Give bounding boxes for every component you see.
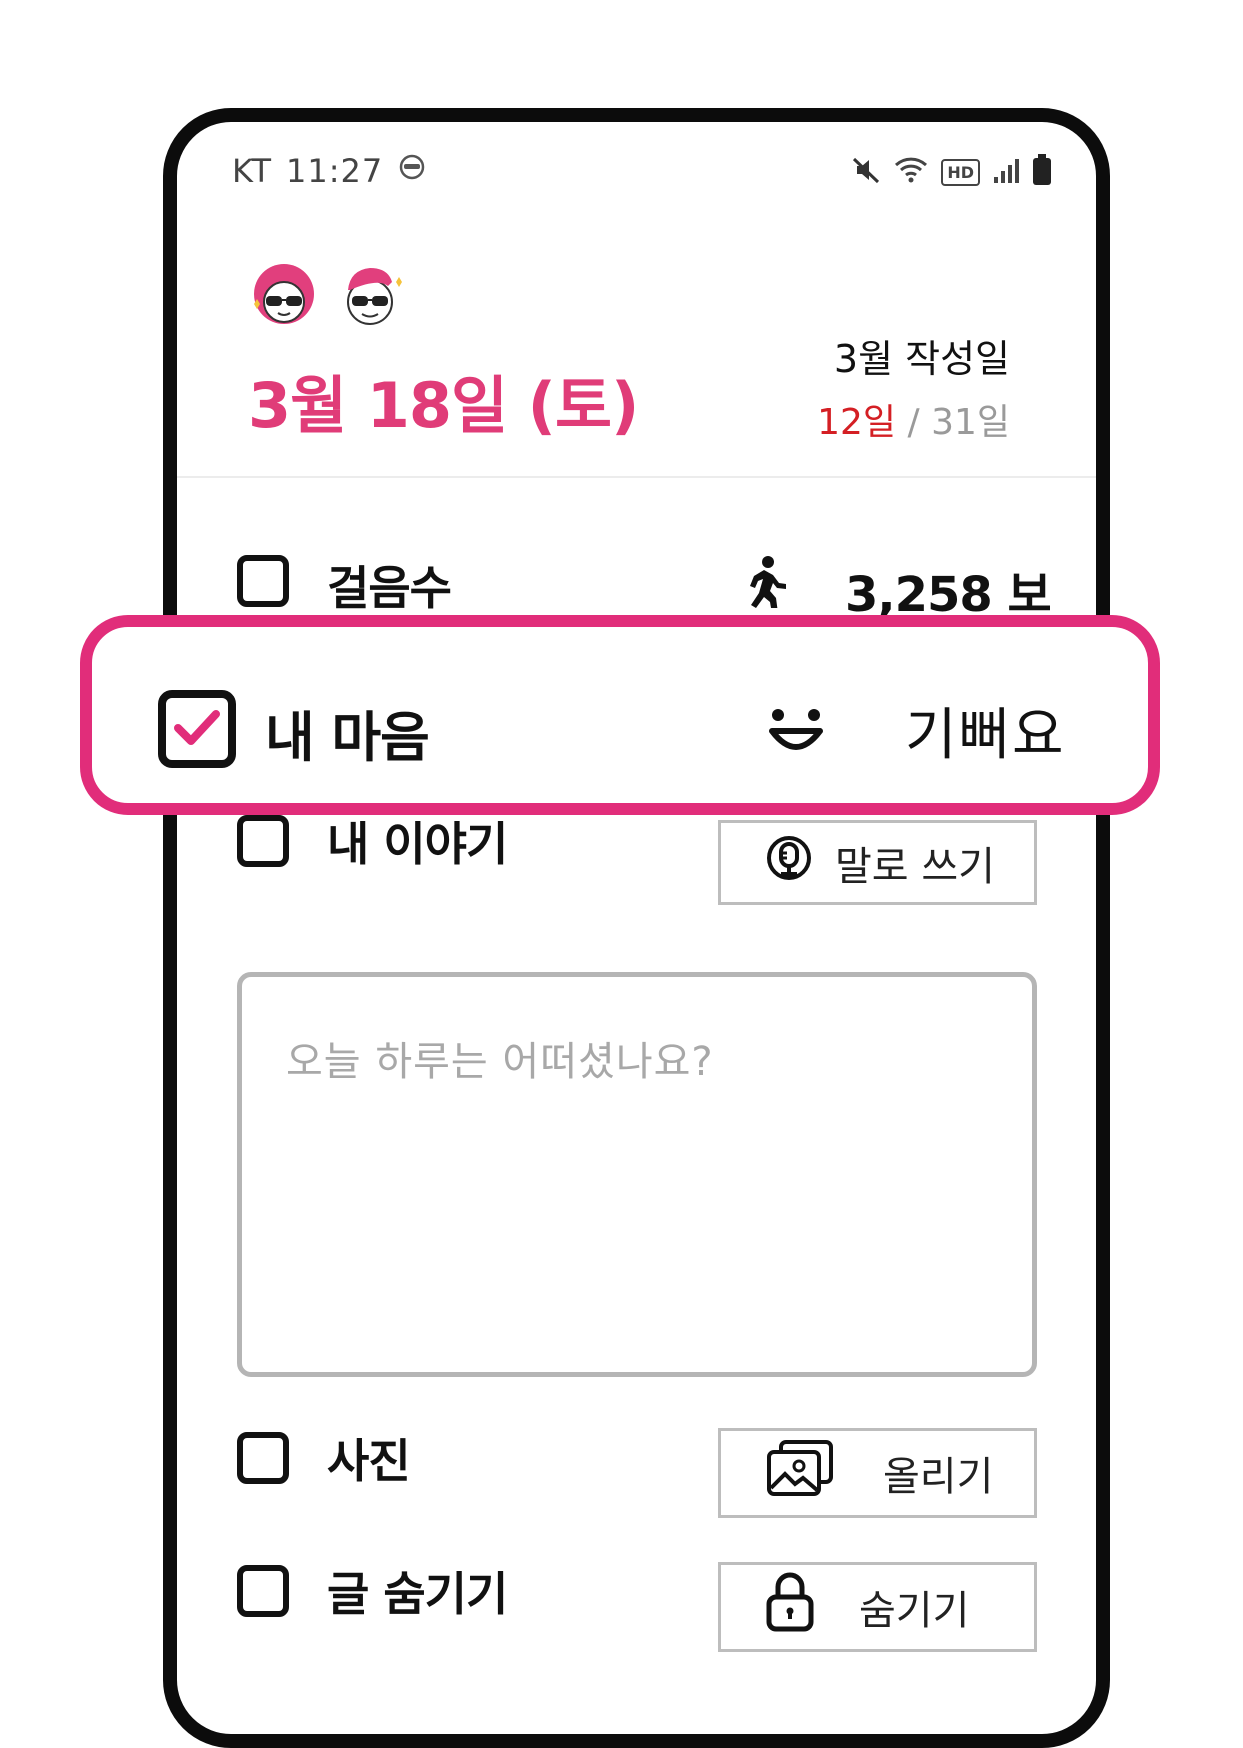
hide-post-label: 숨기기 — [859, 1588, 970, 1634]
steps-label: 걸음수 — [327, 561, 452, 615]
days-total: 31일 — [931, 402, 1010, 443]
status-bar: KT 11:27 HD — [232, 150, 1052, 196]
walking-icon — [742, 556, 786, 614]
month-label: 3월 작성일 — [833, 337, 1010, 381]
voice-write-button[interactable]: 말로 쓰기 — [718, 820, 1037, 905]
status-left: KT 11:27 — [232, 152, 427, 190]
grandfather-avatar-icon — [334, 260, 406, 336]
upload-photo-button[interactable]: 올리기 — [718, 1428, 1037, 1518]
microphone-icon — [765, 834, 813, 892]
avatar-notification-icon — [397, 152, 427, 190]
mood-checkbox[interactable] — [158, 690, 236, 768]
hide-post-button[interactable]: 숨기기 — [718, 1562, 1037, 1652]
grandmother-avatar-icon — [248, 260, 320, 336]
mood-value: 기뻐요 — [905, 703, 1066, 768]
photo-label: 사진 — [327, 1434, 411, 1488]
diary-placeholder: 오늘 하루는 어떠셨나요? — [286, 1039, 714, 1085]
header-divider — [177, 476, 1096, 478]
story-checkbox[interactable] — [237, 815, 289, 867]
mood-label: 내 마음 — [265, 706, 430, 769]
signal-icon — [992, 155, 1020, 189]
wifi-icon — [893, 155, 929, 189]
status-right: HD — [851, 154, 1052, 190]
mute-icon — [851, 155, 881, 189]
days-written: 12일 — [817, 402, 897, 443]
photo-gallery-icon — [765, 1438, 835, 1508]
battery-icon — [1032, 154, 1052, 190]
status-time: 11:27 — [286, 152, 384, 190]
photo-checkbox[interactable] — [237, 1432, 289, 1484]
carrier-label: KT — [232, 152, 273, 190]
voice-write-label: 말로 쓰기 — [835, 843, 995, 890]
diary-textarea[interactable]: 오늘 하루는 어떠셨나요? — [237, 972, 1037, 1377]
steps-checkbox[interactable] — [237, 555, 289, 607]
avatar-group — [248, 260, 406, 336]
hide-checkbox[interactable] — [237, 1565, 289, 1617]
lock-icon — [765, 1571, 815, 1643]
monthly-progress: 3월 작성일 12일 / 31일 — [790, 328, 1010, 445]
hd-voice-icon: HD — [941, 158, 980, 186]
hide-label: 글 숨기기 — [327, 1567, 508, 1621]
count-separator: / — [896, 402, 932, 443]
happy-face-icon — [766, 703, 826, 763]
checkmark-icon — [174, 708, 220, 752]
diary-date-title: 3월 18일 (토) — [248, 369, 639, 442]
month-count: 12일 / 31일 — [790, 393, 1010, 445]
upload-photo-label: 올리기 — [883, 1454, 994, 1500]
